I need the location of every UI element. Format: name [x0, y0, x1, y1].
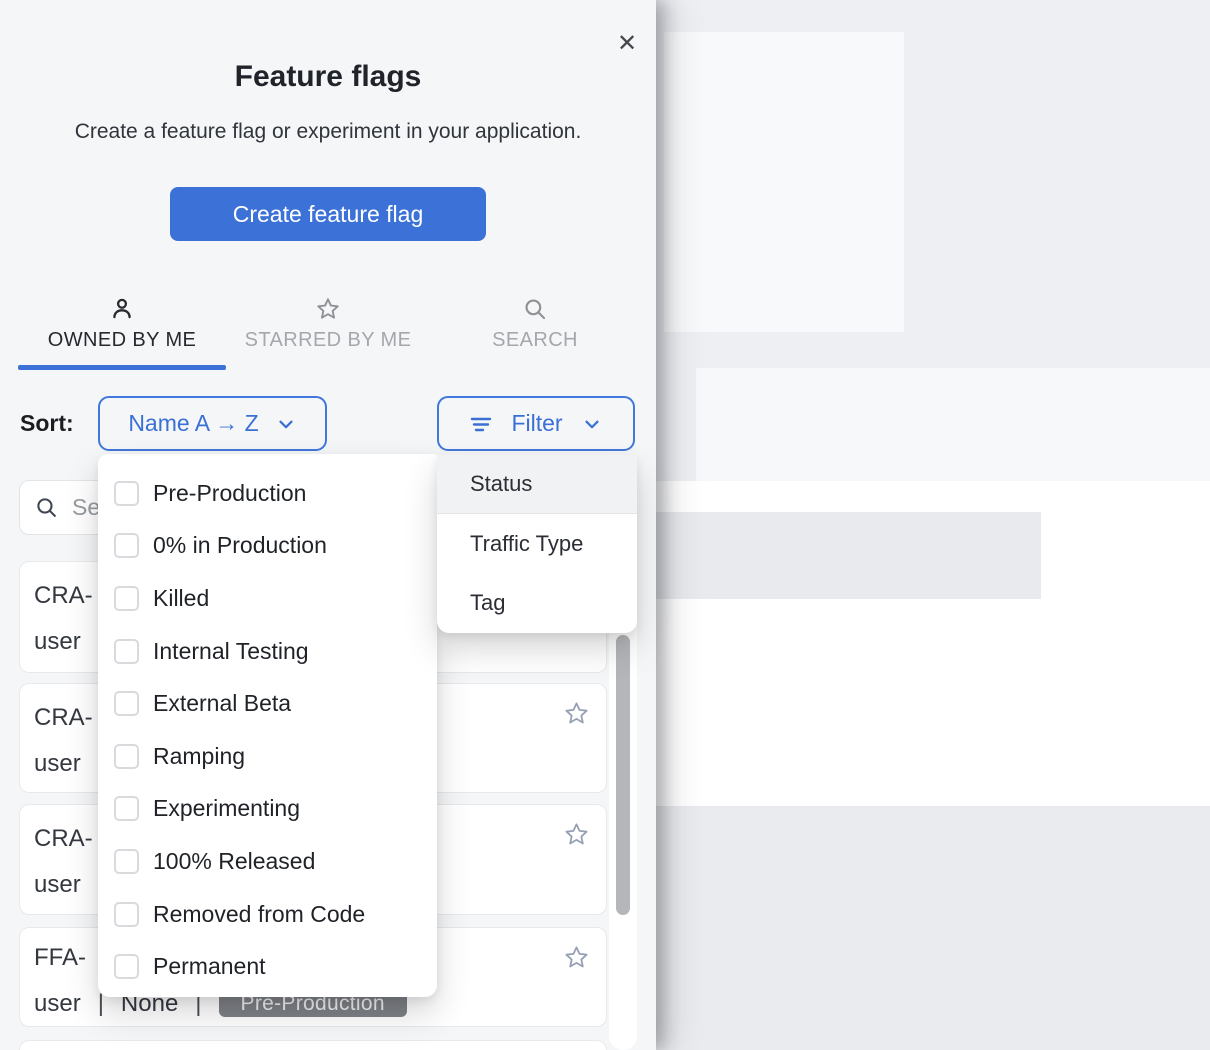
flag-card[interactable]: [19, 1040, 607, 1050]
filter-lines-icon: [469, 412, 493, 436]
star-icon[interactable]: [563, 944, 590, 971]
filter-dropdown-button[interactable]: Filter: [437, 396, 635, 451]
search-icon: [522, 296, 548, 322]
flag-name: CRA-: [34, 704, 93, 732]
bg-page-band: [696, 368, 1210, 481]
close-button[interactable]: ✕: [610, 26, 644, 60]
create-feature-flag-button[interactable]: Create feature flag: [170, 187, 486, 241]
sort-value: Name A → Z: [128, 410, 258, 437]
feature-flags-panel: ✕ Feature flags Create a feature flag or…: [0, 0, 656, 1050]
star-icon[interactable]: [563, 700, 590, 727]
filter-label: Filter: [511, 410, 562, 437]
bg-page-card-block: [664, 32, 904, 332]
flag-name: FFA-: [34, 944, 86, 972]
checkbox[interactable]: [114, 744, 139, 769]
bg-page-gray-block: [656, 512, 1041, 599]
page-subtitle: Create a feature flag or experiment in y…: [0, 120, 656, 144]
person-icon: [109, 296, 135, 322]
status-option-killed[interactable]: Killed: [98, 572, 437, 625]
active-tab-underline: [18, 365, 226, 370]
checkbox[interactable]: [114, 954, 139, 979]
screen: ✕ Feature flags Create a feature flag or…: [0, 0, 1210, 1050]
checkbox[interactable]: [114, 691, 139, 716]
sort-label: Sort:: [20, 410, 74, 437]
chevron-down-icon: [275, 413, 297, 435]
status-option-external-beta[interactable]: External Beta: [98, 677, 437, 730]
checkbox[interactable]: [114, 481, 139, 506]
tab-owned-by-me[interactable]: OWNED BY ME: [18, 296, 226, 372]
checkbox[interactable]: [114, 639, 139, 664]
close-icon: ✕: [617, 29, 637, 58]
flag-traffic-type: user: [34, 990, 81, 1018]
search-icon: [34, 495, 59, 520]
list-scrollbar-thumb[interactable]: [616, 635, 630, 915]
checkbox[interactable]: [114, 533, 139, 558]
chevron-down-icon: [581, 413, 603, 435]
flag-traffic-type: user: [34, 628, 81, 656]
status-option-internal-testing[interactable]: Internal Testing: [98, 625, 437, 678]
filter-menu-item-traffic-type[interactable]: Traffic Type: [437, 514, 637, 573]
status-option-ramping[interactable]: Ramping: [98, 730, 437, 783]
star-icon[interactable]: [563, 821, 590, 848]
filter-menu: Status Traffic Type Tag: [437, 455, 637, 633]
status-filter-dropdown: Pre-Production 0% in Production Killed I…: [98, 454, 437, 997]
filter-menu-item-tag[interactable]: Tag: [437, 574, 637, 633]
bg-page-bottom-section: [656, 806, 1210, 1050]
tab-starred-by-me[interactable]: STARRED BY ME: [226, 296, 430, 372]
checkbox[interactable]: [114, 902, 139, 927]
filter-menu-item-status[interactable]: Status: [437, 455, 637, 514]
tab-label: SEARCH: [492, 329, 578, 352]
checkbox[interactable]: [114, 586, 139, 611]
status-option-permanent[interactable]: Permanent: [98, 940, 437, 993]
status-option-experimenting[interactable]: Experimenting: [98, 783, 437, 836]
tab-label: STARRED BY ME: [245, 329, 412, 352]
flag-traffic-type: user: [34, 871, 81, 899]
status-option-pre-production[interactable]: Pre-Production: [98, 467, 437, 520]
status-option-removed-from-code[interactable]: Removed from Code: [98, 888, 437, 941]
flag-traffic-type: user: [34, 750, 81, 778]
flag-name: CRA-: [34, 825, 93, 853]
status-option-0-in-production[interactable]: 0% in Production: [98, 520, 437, 573]
star-icon: [315, 296, 341, 322]
page-title: Feature flags: [0, 60, 656, 94]
checkbox[interactable]: [114, 796, 139, 821]
tab-search[interactable]: SEARCH: [430, 296, 640, 372]
tab-label: OWNED BY ME: [48, 329, 197, 352]
status-option-100-released[interactable]: 100% Released: [98, 835, 437, 888]
flag-name: CRA-: [34, 582, 93, 610]
checkbox[interactable]: [114, 849, 139, 874]
sort-dropdown-button[interactable]: Name A → Z: [98, 396, 327, 451]
bg-page-left-strip: [656, 368, 696, 481]
